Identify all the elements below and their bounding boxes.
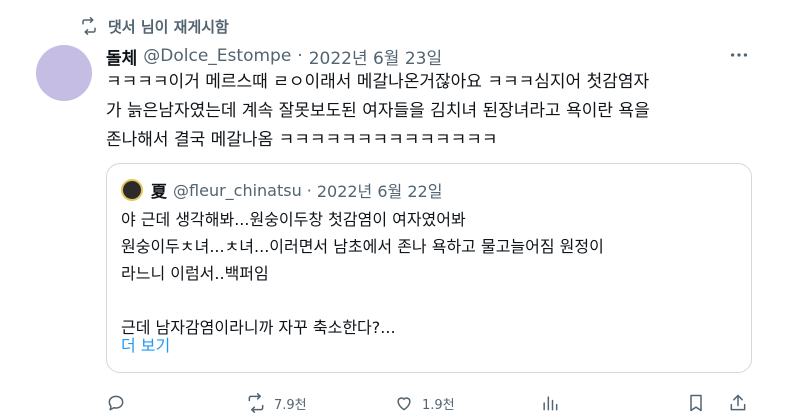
retweet-icon xyxy=(248,393,264,413)
retweet-icon xyxy=(82,17,96,35)
tweet-text: ㅋㅋㅋㅋ이거 메르스때 ㄹㅇ이래서 메갈나온거잖아요 ㅋㅋㅋ심지어 첫감염자 가… xyxy=(106,72,650,150)
quote-author-avatar xyxy=(121,179,143,201)
quote-header: 夏 @fleur_chinatsu · 2022년 6월 22일 xyxy=(121,178,442,202)
author-name[interactable]: 돌체 xyxy=(106,44,137,69)
action-bar: 7.9천 1.9천 xyxy=(0,389,800,417)
quote-text: 야 근데 생각해봐...원숭이두창 첫감염이 여자였어봐 원숭이두ㅊ녀...ㅊ녀… xyxy=(121,210,604,337)
separator-dot: · xyxy=(306,180,312,200)
views-bar-chart-icon xyxy=(543,396,558,411)
retweet-button[interactable]: 7.9천 xyxy=(246,389,307,417)
author-handle[interactable]: @Dolce_Estompe xyxy=(143,46,291,66)
separator-dot: · xyxy=(297,46,303,66)
tweet-header: 돌체 @Dolce_Estompe · 2022년 6월 23일 xyxy=(106,43,442,69)
quoted-tweet[interactable]: 夏 @fleur_chinatsu · 2022년 6월 22일 야 근데 생각… xyxy=(106,163,752,373)
like-button[interactable]: 1.9천 xyxy=(394,389,455,417)
bookmark-icon xyxy=(690,394,702,412)
show-more-link[interactable]: 더 보기 xyxy=(121,332,170,356)
retweet-indicator[interactable]: 댓서 님이 재게시함 xyxy=(80,14,229,38)
share-button[interactable] xyxy=(728,389,748,417)
quote-author-handle: @fleur_chinatsu xyxy=(173,180,302,200)
quote-date: 2022년 6월 22일 xyxy=(316,182,443,201)
more-options-icon[interactable] xyxy=(728,44,750,66)
tweet-date[interactable]: 2022년 6월 23일 xyxy=(309,44,442,69)
retweet-text: 댓서 님이 재게시함 xyxy=(108,17,229,36)
reply-icon xyxy=(108,395,124,411)
author-avatar[interactable] xyxy=(36,45,92,101)
reply-button[interactable] xyxy=(106,389,134,417)
share-icon xyxy=(730,394,746,411)
heart-icon xyxy=(397,397,411,411)
retweet-count: 7.9천 xyxy=(274,397,307,413)
views-button[interactable] xyxy=(540,389,560,417)
quote-author-name: 夏 xyxy=(151,182,168,201)
like-count: 1.9천 xyxy=(422,397,455,413)
bookmark-button[interactable] xyxy=(686,389,706,417)
